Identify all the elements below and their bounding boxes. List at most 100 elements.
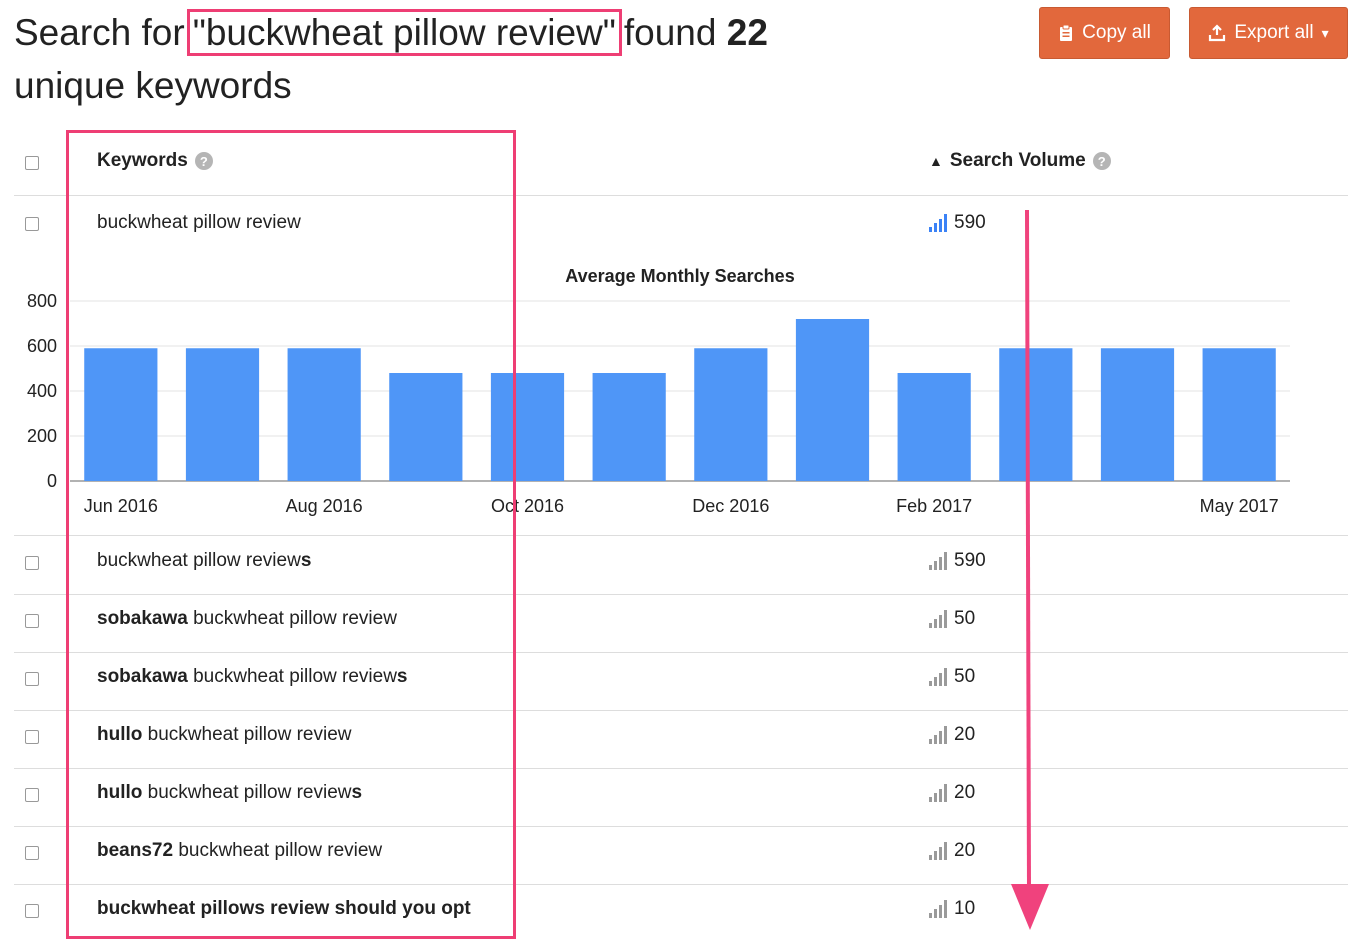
keyword-part: s xyxy=(396,666,408,687)
keyword-part: s xyxy=(254,898,265,919)
row-checkbox[interactable] xyxy=(25,217,39,231)
search-volume-column-header[interactable]: ▲ Search Volume ? xyxy=(929,150,1111,172)
y-tick-label: 400 xyxy=(27,381,57,401)
volume-value: 20 xyxy=(954,782,976,803)
keyword-part: sobakawa xyxy=(97,666,188,687)
x-tick-label: Feb 2017 xyxy=(896,496,972,516)
row-checkbox[interactable] xyxy=(25,614,39,628)
keyword-cell[interactable]: buckwheat pillows review should you opt xyxy=(97,898,471,920)
chart-bar xyxy=(84,348,158,481)
keyword-part: buckwheat pillow review xyxy=(97,212,301,233)
export-all-button[interactable]: Export all ▾ xyxy=(1189,7,1348,59)
keyword-part: buckwheat pillow review xyxy=(142,782,352,803)
keyword-part: should you opt xyxy=(334,898,471,919)
row-divider xyxy=(14,710,1348,711)
search-volume-cell: 590 xyxy=(929,550,986,572)
result-count: 22 xyxy=(726,12,768,53)
heading-suffix: unique keywords xyxy=(14,65,292,106)
signal-bars-icon xyxy=(929,610,947,628)
chart-bar xyxy=(1100,348,1175,481)
row-divider xyxy=(14,535,1348,536)
keyword-part: buckwheat pillow review xyxy=(97,550,301,571)
chart-bar xyxy=(1202,348,1276,481)
keyword-part: buckwheat pillow xyxy=(97,898,255,919)
export-icon xyxy=(1208,24,1226,42)
chart-bar xyxy=(287,348,361,481)
keyword-part: buckwheat pillow review xyxy=(142,724,352,745)
keyword-part: buckwheat pillow review xyxy=(173,840,383,861)
monthly-searches-chart: 0 200 400 600 800 Jun 2016 Aug 2016 Oct 2016 Dec… xyxy=(27,291,1290,516)
row-checkbox[interactable] xyxy=(25,556,39,570)
keyword-part: buckwheat pillow review xyxy=(187,666,397,687)
keyword-cell[interactable]: buckwheat pillow reviews xyxy=(97,550,311,572)
chart-bar xyxy=(694,348,768,481)
copy-all-button[interactable]: Copy all xyxy=(1039,7,1170,59)
signal-bars-icon xyxy=(929,552,947,570)
keyword-cell[interactable]: buckwheat pillow review xyxy=(97,212,301,234)
volume-value: 590 xyxy=(954,550,986,571)
y-tick-label: 600 xyxy=(27,336,57,356)
search-volume-cell: 10 xyxy=(929,898,975,920)
heading-line-1: Search for "buckwheat pillow review" found… xyxy=(14,6,768,59)
heading-found: found xyxy=(623,12,717,53)
volume-value: 20 xyxy=(954,840,976,861)
keywords-column-header[interactable]: Keywords ? xyxy=(97,150,213,172)
row-checkbox[interactable] xyxy=(25,730,39,744)
row-divider xyxy=(14,826,1348,827)
clipboard-icon xyxy=(1058,24,1074,42)
row-divider xyxy=(14,652,1348,653)
select-all-checkbox[interactable] xyxy=(25,156,39,170)
keyword-part: beans72 xyxy=(97,840,174,861)
keyword-cell[interactable]: hullo buckwheat pillow reviews xyxy=(97,782,362,804)
row-checkbox[interactable] xyxy=(25,788,39,802)
x-tick-label: Dec 2016 xyxy=(692,496,769,516)
keyword-part: hullo xyxy=(97,724,143,745)
chart-bar xyxy=(897,373,971,481)
row-checkbox[interactable] xyxy=(25,904,39,918)
page-heading: Search for "buckwheat pillow review" found… xyxy=(14,6,768,112)
signal-bars-icon xyxy=(929,784,947,802)
x-tick-label: Jun 2016 xyxy=(84,496,158,516)
y-tick-label: 800 xyxy=(27,291,57,311)
copy-all-label: Copy all xyxy=(1082,22,1151,43)
signal-bars-icon xyxy=(929,842,947,860)
chart-bar xyxy=(795,319,870,481)
search-query: "buckwheat pillow review" xyxy=(186,9,622,56)
x-tick-label: May 2017 xyxy=(1200,496,1279,516)
keyword-cell[interactable]: sobakawa buckwheat pillow reviews xyxy=(97,666,408,688)
header-divider xyxy=(14,195,1348,196)
row-checkbox[interactable] xyxy=(25,846,39,860)
sort-ascending-icon: ▲ xyxy=(929,153,943,169)
signal-bars-icon xyxy=(929,726,947,744)
keywords-header-label: Keywords xyxy=(97,150,188,171)
row-checkbox[interactable] xyxy=(25,672,39,686)
search-volume-header-label: Search Volume xyxy=(949,150,1086,171)
down-arrow-head xyxy=(1011,884,1049,930)
row-divider xyxy=(14,594,1348,595)
x-tick-label: Oct 2016 xyxy=(491,496,564,516)
signal-bars-icon xyxy=(929,214,947,232)
chart-bar xyxy=(490,373,565,481)
keyword-cell[interactable]: beans72 buckwheat pillow review xyxy=(97,840,382,862)
question-circle-icon[interactable]: ? xyxy=(1092,152,1111,170)
search-volume-cell: 590 xyxy=(929,212,986,234)
x-tick-label: Aug 2016 xyxy=(286,496,363,516)
volume-value: 10 xyxy=(954,898,976,919)
volume-value: 590 xyxy=(954,212,986,233)
y-tick-label: 0 xyxy=(47,471,57,491)
chart-title: Average Monthly Searches xyxy=(565,266,795,286)
search-volume-cell: 50 xyxy=(929,666,975,688)
row-divider xyxy=(14,884,1348,885)
keyword-cell[interactable]: sobakawa buckwheat pillow review xyxy=(97,608,397,630)
chart-bar xyxy=(592,373,666,481)
search-volume-cell: 50 xyxy=(929,608,975,630)
volume-value: 50 xyxy=(954,666,976,687)
question-circle-icon[interactable]: ? xyxy=(194,152,213,170)
search-volume-cell: 20 xyxy=(929,782,975,804)
keyword-cell[interactable]: hullo buckwheat pillow review xyxy=(97,724,351,746)
volume-value: 50 xyxy=(954,608,976,629)
keyword-part: s xyxy=(351,782,363,803)
row-divider xyxy=(14,768,1348,769)
keyword-part: buckwheat pillow review xyxy=(187,608,397,629)
keyword-part: review xyxy=(264,898,335,919)
